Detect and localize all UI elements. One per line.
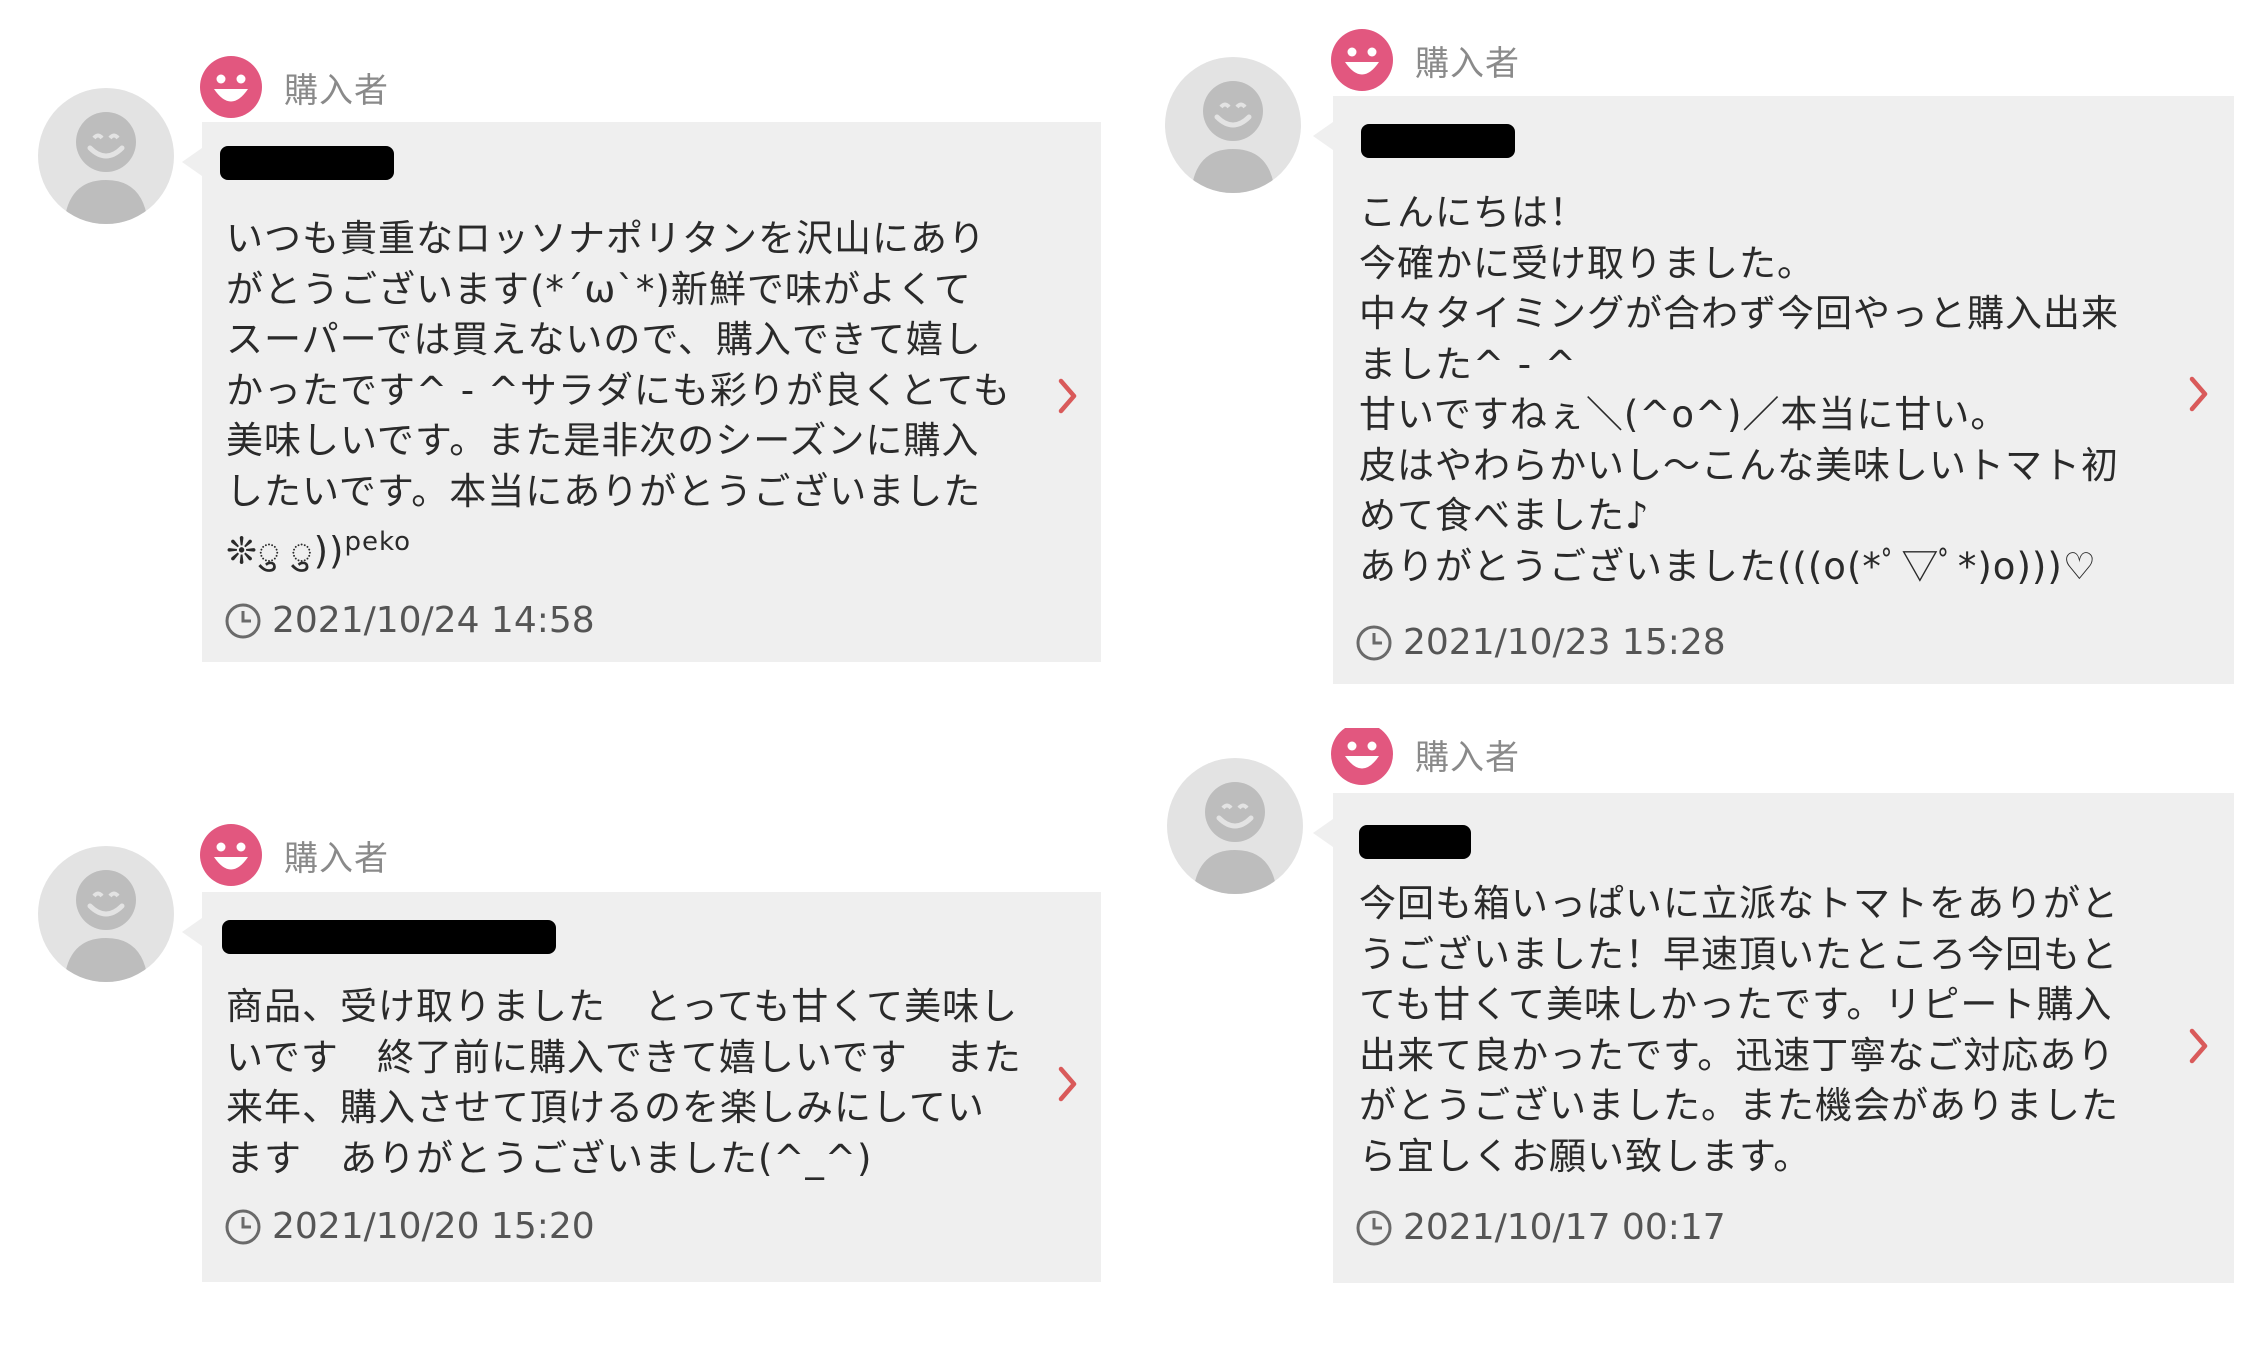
review-timestamp: 2021/10/23 15:28 [1355, 622, 1726, 663]
buyer-header: 購入者 [1331, 28, 1520, 92]
review-card-4[interactable]: 購入者 今回も箱いっぱいに立派なトマトをありがと うございました！早速頂いたとこ… [1135, 728, 2268, 1350]
message-suffix: peko [344, 527, 411, 557]
chevron-right-icon[interactable] [1058, 1066, 1078, 1102]
user-avatar [1167, 758, 1303, 894]
user-avatar [38, 846, 174, 982]
redacted-username [1361, 124, 1515, 158]
default-user-icon [64, 112, 148, 224]
default-user-icon [64, 870, 148, 982]
buyer-role-label: 購入者 [284, 70, 389, 111]
review-timestamp: 2021/10/17 00:17 [1355, 1207, 1726, 1248]
review-bubble[interactable]: 商品、受け取りました とっても甘くて美味し いです 終了前に購入できて嬉しいです… [182, 892, 1101, 1282]
user-avatar [1165, 57, 1301, 193]
chevron-right-icon[interactable] [2189, 1028, 2209, 1064]
redacted-username [222, 920, 556, 954]
buyer-smile-icon [200, 824, 262, 886]
timestamp-text: 2021/10/17 00:17 [1403, 1207, 1726, 1248]
clock-icon [1356, 625, 1392, 660]
review-bubble[interactable]: いつも貴重なロッソナポリタンを沢山にあり がとうございます(*´ω`*)新鮮で味… [182, 122, 1101, 662]
buyer-role-label: 購入者 [1415, 43, 1520, 84]
review-card-3[interactable]: 購入者 商品、受け取りました とっても甘くて美味し いです 終了前に購入できて嬉… [0, 728, 1118, 1350]
buyer-smile-icon [200, 56, 262, 118]
default-user-icon [1191, 81, 1275, 193]
buyer-header: 購入者 [200, 823, 389, 887]
review-timestamp: 2021/10/24 14:58 [224, 600, 595, 641]
redacted-username [1359, 825, 1471, 859]
review-bubble[interactable]: こんにちは！ 今確かに受け取りました。 中々タイミングが合わず今回やっと購入出来… [1313, 96, 2234, 684]
buyer-header: 購入者 [1331, 728, 1520, 786]
review-message: 商品、受け取りました とっても甘くて美味し いです 終了前に購入できて嬉しいです… [226, 985, 1022, 1180]
default-user-icon [1193, 782, 1277, 894]
buyer-smile-icon [1331, 728, 1393, 785]
review-message: いつも貴重なロッソナポリタンを沢山にあり がとうございます(*´ω`*)新鮮で味… [226, 217, 1011, 573]
buyer-role-label: 購入者 [284, 838, 389, 879]
buyer-header: 購入者 [200, 55, 389, 119]
buyer-role-label: 購入者 [1415, 737, 1520, 778]
clock-icon [225, 1209, 261, 1244]
chevron-right-icon[interactable] [2189, 376, 2209, 412]
buyer-smile-icon [1331, 29, 1393, 91]
review-card-2[interactable]: 購入者 こんにちは！ 今確かに受け取りました。 中々タイミングが合わず今回やっと… [1135, 0, 2268, 700]
chevron-right-icon[interactable] [1058, 378, 1078, 414]
review-message: 今回も箱いっぱいに立派なトマトをありがと うございました！早速頂いたところ今回も… [1359, 882, 2119, 1178]
clock-icon [225, 603, 261, 638]
timestamp-text: 2021/10/20 15:20 [272, 1206, 595, 1247]
review-message: こんにちは！ 今確かに受け取りました。 中々タイミングが合わず今回やっと購入出来… [1359, 191, 2119, 588]
review-bubble[interactable]: 今回も箱いっぱいに立派なトマトをありがと うございました！早速頂いたところ今回も… [1313, 793, 2234, 1283]
timestamp-text: 2021/10/23 15:28 [1403, 622, 1726, 663]
timestamp-text: 2021/10/24 14:58 [272, 600, 595, 641]
user-avatar [38, 88, 174, 224]
review-timestamp: 2021/10/20 15:20 [224, 1206, 595, 1247]
redacted-username [220, 146, 394, 180]
review-card-1[interactable]: 購入者 いつも貴重なロッソナポリタンを沢山にあり がとうございます(*´ω`*)… [0, 0, 1118, 700]
clock-icon [1356, 1210, 1392, 1245]
